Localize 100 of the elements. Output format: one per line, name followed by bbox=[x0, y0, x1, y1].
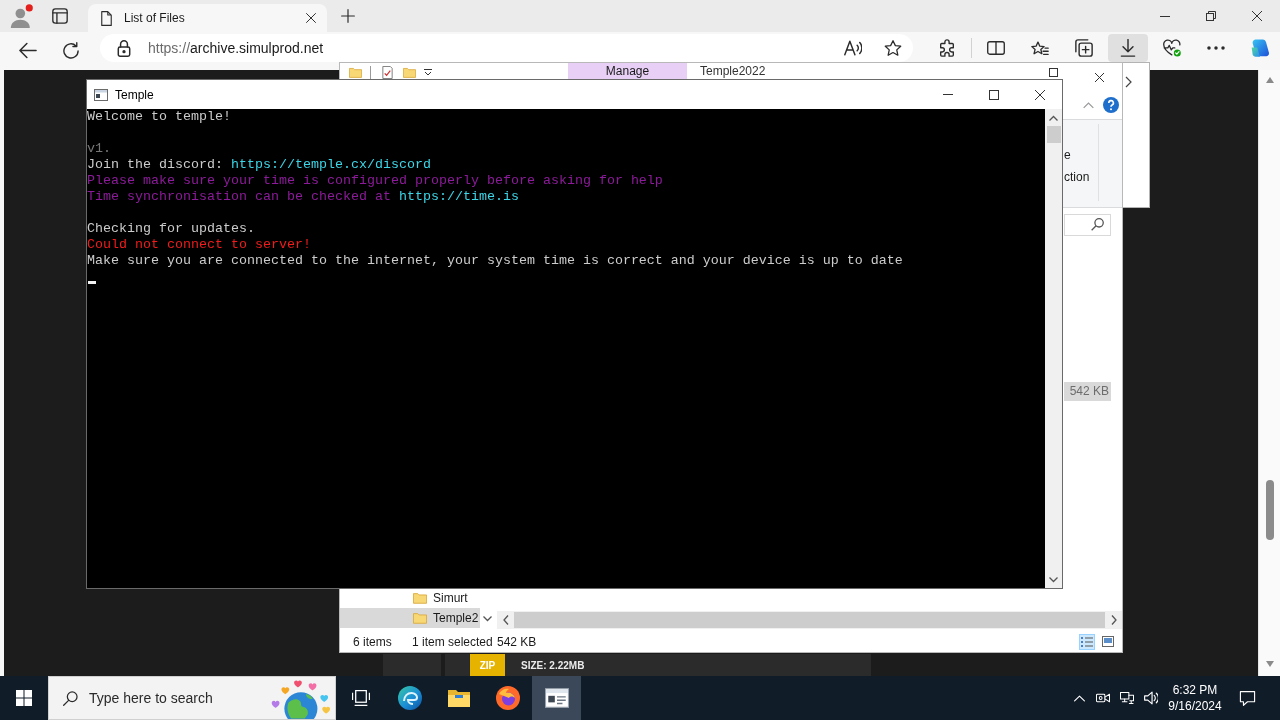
scroll-up-icon bbox=[1265, 77, 1274, 83]
vertical-scrollbar[interactable] bbox=[1045, 109, 1062, 588]
volume-icon bbox=[1144, 691, 1158, 705]
ribbon-command[interactable]: e bbox=[1064, 144, 1098, 166]
file-size: SIZE: 2.22MB bbox=[521, 659, 585, 671]
reload-icon bbox=[62, 41, 80, 59]
split-screen-icon bbox=[987, 39, 1005, 57]
console-line: Time synchronisation can be checked at https://time.is bbox=[87, 189, 520, 205]
nav-item[interactable]: Temple2 bbox=[340, 608, 480, 628]
scroll-up-icon[interactable] bbox=[1049, 114, 1058, 121]
scroll-down-icon[interactable] bbox=[1049, 576, 1058, 583]
close-icon bbox=[1034, 89, 1045, 100]
profile-button[interactable] bbox=[10, 4, 34, 28]
console-line: Join the discord: https://temple.cx/discord bbox=[87, 157, 432, 173]
folder-icon bbox=[413, 612, 427, 624]
selection-size: 542 KB bbox=[497, 634, 537, 649]
tab-actions-icon bbox=[52, 8, 68, 24]
console-line: Checking for updates. bbox=[87, 221, 256, 237]
fox-browser-icon bbox=[495, 686, 520, 710]
scroll-down-icon bbox=[1265, 661, 1274, 667]
chevron-up-icon bbox=[1073, 694, 1085, 702]
task-view-icon bbox=[351, 690, 370, 706]
more-icon bbox=[1207, 46, 1225, 50]
maximize-icon bbox=[989, 89, 999, 100]
scrollbar-thumb[interactable] bbox=[1265, 480, 1274, 540]
page-panel bbox=[383, 654, 441, 676]
scroll-left-icon[interactable] bbox=[502, 615, 509, 625]
tab-title: List of Files bbox=[124, 11, 185, 25]
avatar-icon bbox=[10, 4, 34, 28]
url-text: https://archive.simulprod.net bbox=[148, 40, 324, 56]
search-field[interactable] bbox=[1064, 213, 1111, 236]
search-field[interactable]: Type here to search bbox=[89, 690, 262, 706]
console-line: v1. bbox=[87, 141, 112, 157]
browser-icon bbox=[397, 686, 422, 710]
nav-item-label: Simurt bbox=[433, 591, 468, 605]
console-line: Make sure you are connected to the internet, your system time is correct and your device is up to date bbox=[87, 253, 904, 269]
window-title: Temple bbox=[115, 87, 154, 102]
back-arrow-icon bbox=[19, 41, 37, 59]
details-view-icon bbox=[1081, 636, 1093, 647]
page-icon bbox=[101, 10, 112, 26]
console-line: Could not connect to server! bbox=[87, 237, 312, 253]
search-icon bbox=[63, 690, 78, 706]
star-list-icon bbox=[1031, 39, 1049, 57]
url-text: https://time.is bbox=[398, 189, 519, 204]
plus-icon bbox=[341, 9, 355, 23]
console-line: Welcome to temple! bbox=[87, 109, 232, 125]
download-icon bbox=[1119, 39, 1137, 57]
scrollbar-thumb[interactable] bbox=[514, 612, 1105, 628]
console-window-icon bbox=[94, 88, 108, 101]
nav-item[interactable]: Simurt bbox=[340, 588, 480, 608]
favorite-button[interactable] bbox=[883, 38, 903, 58]
selection-count: 1 item selected bbox=[412, 634, 494, 649]
heart-pulse-icon bbox=[1163, 39, 1181, 57]
details-view-button[interactable] bbox=[1079, 633, 1095, 650]
camera-icon bbox=[1096, 691, 1110, 705]
close-icon bbox=[306, 13, 316, 23]
file-size-cell[interactable]: 542 KB bbox=[1064, 382, 1111, 401]
windows-logo-icon bbox=[16, 690, 32, 706]
close-icon bbox=[1094, 73, 1104, 82]
downloads-button[interactable] bbox=[1108, 34, 1148, 62]
search-icon bbox=[1091, 218, 1104, 231]
restore-icon bbox=[1206, 11, 1216, 21]
console-line: Please make sure your time is configured properly before asking for help bbox=[87, 173, 664, 189]
console-window-icon bbox=[544, 686, 569, 710]
search-bar[interactable]: Type here to search bbox=[48, 676, 336, 720]
folder-icon bbox=[413, 592, 427, 604]
help-button[interactable] bbox=[1103, 97, 1119, 113]
copilot-icon bbox=[1250, 38, 1270, 58]
url-text: https://temple.cx/discord bbox=[230, 157, 431, 172]
clock-date[interactable]: 9/16/2024 bbox=[1168, 698, 1222, 714]
nav-item-label: Temple2 bbox=[433, 611, 479, 625]
minimize-icon bbox=[1160, 15, 1170, 17]
read-aloud-button[interactable] bbox=[843, 38, 863, 58]
scroll-down-icon[interactable] bbox=[482, 616, 492, 622]
item-count: 6 items bbox=[353, 634, 393, 649]
dropdown-icon bbox=[424, 69, 432, 76]
large-icons-view-icon bbox=[1102, 636, 1114, 647]
address-bar[interactable]: https://archive.simulprod.net bbox=[100, 34, 913, 62]
star-icon bbox=[884, 40, 902, 56]
puzzle-icon bbox=[938, 39, 956, 57]
scrollbar-thumb[interactable] bbox=[1046, 126, 1061, 143]
chevron-right-icon bbox=[1125, 76, 1132, 88]
taskbar-button[interactable] bbox=[532, 676, 581, 720]
file-type-badge: ZIP bbox=[470, 654, 505, 676]
clock-time[interactable]: 6:32 PM bbox=[1172, 682, 1218, 698]
scroll-right-icon[interactable] bbox=[1110, 615, 1117, 625]
ribbon-command[interactable]: ction bbox=[1064, 166, 1098, 188]
horizontal-scrollbar[interactable] bbox=[497, 611, 1122, 629]
collections-icon bbox=[1075, 39, 1093, 57]
browser-tab[interactable]: List of Files bbox=[88, 4, 327, 32]
maximize-icon bbox=[1048, 68, 1058, 77]
minimize-icon bbox=[943, 94, 953, 95]
help-icon bbox=[1103, 97, 1119, 113]
window-title: Temple2022 bbox=[700, 63, 766, 80]
text-cursor bbox=[88, 281, 96, 284]
close-icon bbox=[1252, 11, 1262, 21]
lock-icon bbox=[117, 39, 131, 57]
notification-icon bbox=[1238, 690, 1256, 706]
read-aloud-icon bbox=[844, 40, 862, 56]
large-icons-view-button[interactable] bbox=[1100, 633, 1116, 650]
